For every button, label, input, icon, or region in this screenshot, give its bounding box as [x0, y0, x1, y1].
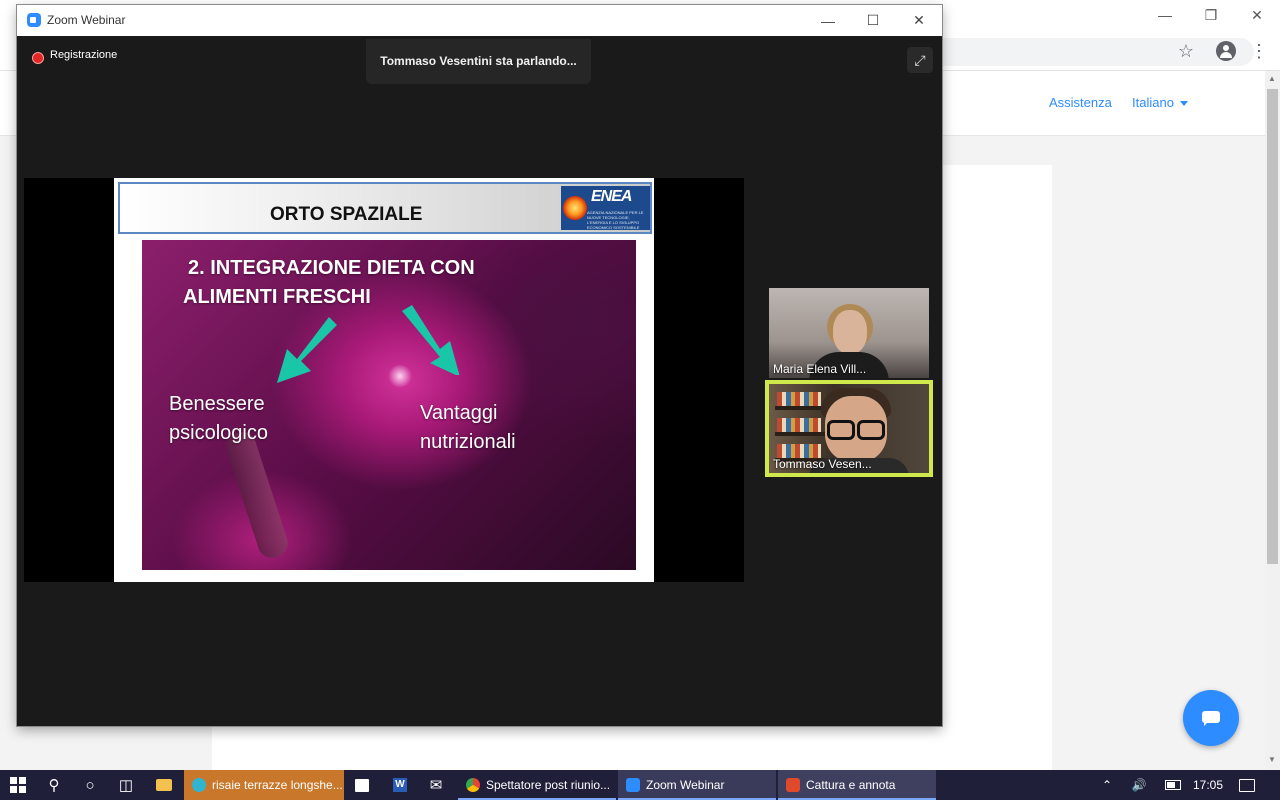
task-view-icon[interactable]: ◫	[108, 770, 144, 800]
arrow-down-left-icon	[277, 317, 337, 383]
fullscreen-expand-icon[interactable]: ⤢	[907, 47, 933, 73]
chrome-icon	[466, 778, 480, 792]
edge-icon	[192, 778, 206, 792]
taskbar-app-label: Zoom Webinar	[646, 778, 725, 792]
participant-name: Tommaso Vesen...	[773, 457, 872, 471]
mail-icon[interactable]: ✉	[418, 770, 454, 800]
participant-video-maria[interactable]: Maria Elena Vill...	[769, 288, 929, 378]
recording-icon	[32, 52, 44, 64]
windows-taskbar: ⚲ ○ ◫ risaie terrazze longshe... W ✉ Spe…	[0, 770, 1280, 800]
notifications-icon[interactable]	[1234, 770, 1260, 800]
taskbar-app-label: risaie terrazze longshe...	[212, 778, 343, 792]
slide-heading-line-1: 2. INTEGRAZIONE DIETA CON	[188, 257, 475, 279]
participant-face	[833, 310, 867, 354]
caption-vantaggi-nutrizionali: Vantaggi nutrizionali	[420, 399, 516, 457]
cortana-icon[interactable]: ○	[72, 770, 108, 800]
volume-icon[interactable]: 🔊	[1126, 770, 1152, 800]
slide-title: ORTO SPAZIALE	[270, 204, 423, 225]
bookmark-star-icon[interactable]: ☆	[1176, 41, 1196, 61]
arrow-down-right-icon	[402, 305, 460, 375]
search-icon[interactable]: ⚲	[36, 770, 72, 800]
tray-chevron-up-icon[interactable]: ⌃	[1096, 770, 1118, 800]
clock-time[interactable]: 17:05	[1190, 770, 1226, 800]
browser-close-icon[interactable]: ✕	[1234, 0, 1280, 30]
enea-logo-subtext: AGENZIA NAZIONALE PER LE NUOVE TECNOLOGI…	[587, 210, 644, 230]
enea-logo-text: ENEA	[591, 188, 632, 205]
taskbar-app-zoom[interactable]: Zoom Webinar	[618, 770, 776, 800]
store-icon[interactable]	[344, 770, 380, 800]
language-dropdown[interactable]: Italiano	[1132, 95, 1188, 110]
books	[777, 444, 821, 458]
recording-label: Registrazione	[50, 49, 118, 61]
bookshelf	[775, 432, 825, 436]
scroll-up-icon[interactable]: ▲	[1268, 74, 1276, 83]
participant-video-frame: Tommaso Vesen...	[769, 384, 929, 473]
shared-screen: ORTO SPAZIALE ENEA AGENZIA NAZIONALE PER…	[24, 178, 744, 582]
zoom-minimize-icon[interactable]: —	[805, 5, 851, 36]
speaking-indicator-text: Tommaso Vesentini sta parlando...	[380, 54, 577, 68]
taskbar-app-chrome[interactable]: Spettatore post riunio...	[458, 770, 616, 800]
speaking-indicator: Tommaso Vesentini sta parlando...	[366, 39, 591, 84]
presentation-slide: ORTO SPAZIALE ENEA AGENZIA NAZIONALE PER…	[114, 178, 654, 582]
books	[777, 418, 821, 432]
zoom-maximize-icon[interactable]: ☐	[850, 5, 896, 36]
taskbar-app-edge[interactable]: risaie terrazze longshe...	[184, 770, 344, 800]
slide-header: ORTO SPAZIALE ENEA AGENZIA NAZIONALE PER…	[118, 182, 652, 234]
taskbar-app-snip[interactable]: Cattura e annota	[778, 770, 936, 800]
zoom-logo-icon	[27, 13, 41, 27]
zoom-window: Zoom Webinar — ☐ ✕ Registrazione Tommaso…	[17, 5, 942, 726]
caption-benessere-psicologico: Benessere psicologico	[169, 390, 268, 448]
caption-right-line-2: nutrizionali	[420, 431, 516, 453]
scroll-down-icon[interactable]: ▼	[1268, 755, 1276, 764]
books	[777, 392, 821, 406]
participant-glasses	[827, 420, 885, 440]
browser-restore-icon[interactable]: ❐	[1188, 0, 1234, 30]
zoom-titlebar: Zoom Webinar — ☐ ✕	[17, 5, 942, 36]
zoom-window-title: Zoom Webinar	[47, 13, 126, 27]
windows-start-icon[interactable]	[0, 770, 36, 800]
scrollbar-thumb[interactable]	[1267, 89, 1278, 564]
profile-icon[interactable]	[1216, 41, 1236, 61]
nav-link-assistenza[interactable]: Assistenza	[1049, 95, 1112, 110]
snip-sketch-icon	[786, 778, 800, 792]
enea-logo-burst	[563, 196, 587, 220]
caption-left-line-1: Benessere	[169, 393, 265, 415]
participant-name: Maria Elena Vill...	[773, 362, 867, 376]
slide-heading: 2. INTEGRAZIONE DIETA CON ALIMENTI FRESC…	[183, 254, 475, 312]
taskbar-app-label: Spettatore post riunio...	[486, 778, 611, 792]
browser-menu-icon[interactable]: ⋮	[1250, 42, 1268, 60]
zoom-app-icon	[626, 778, 640, 792]
photo-stem	[222, 428, 292, 562]
browser-minimize-icon[interactable]: —	[1142, 0, 1188, 30]
file-explorer-icon[interactable]	[146, 770, 182, 800]
word-icon[interactable]: W	[382, 770, 418, 800]
address-bar[interactable]	[940, 38, 1254, 66]
participant-video-tommaso-active[interactable]: Tommaso Vesen...	[765, 380, 933, 477]
caption-right-line-1: Vantaggi	[420, 402, 498, 424]
chat-button[interactable]	[1183, 690, 1239, 746]
taskbar-app-label: Cattura e annota	[806, 778, 896, 792]
enea-logo: ENEA AGENZIA NAZIONALE PER LE NUOVE TECN…	[561, 186, 650, 230]
battery-icon[interactable]	[1160, 770, 1186, 800]
bookshelf	[775, 406, 825, 410]
page-scrollbar[interactable]: ▲ ▼	[1265, 71, 1280, 770]
caption-left-line-2: psicologico	[169, 422, 268, 444]
tomato-plant-photo: 2. INTEGRAZIONE DIETA CON ALIMENTI FRESC…	[142, 240, 636, 570]
zoom-close-icon[interactable]: ✕	[896, 5, 942, 36]
